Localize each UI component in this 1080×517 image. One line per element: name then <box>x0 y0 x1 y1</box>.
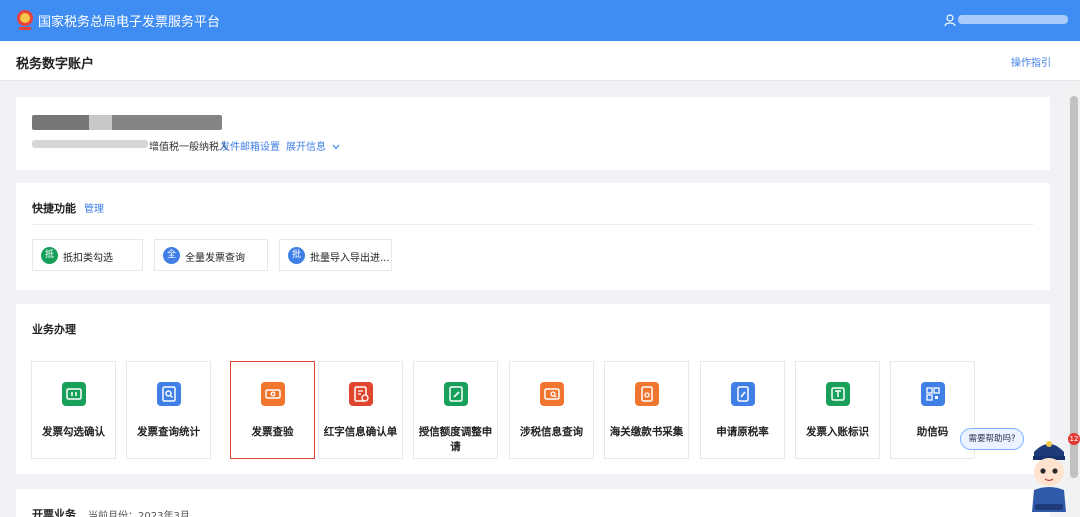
tile-label: 发票查询统计 <box>137 426 200 438</box>
qr-code-icon <box>921 382 945 406</box>
company-name-redacted <box>32 115 222 130</box>
expand-info-label: 展开信息 <box>286 142 326 153</box>
red-letter-doc-icon <box>349 382 373 406</box>
chevron-down-icon <box>332 144 340 150</box>
quick-item-badge: 全 <box>163 247 180 264</box>
tile-label: 授信额度调整申请 <box>418 426 493 453</box>
app-title: 国家税务总局电子发票服务平台 <box>38 15 221 30</box>
tile-label: 发票查验 <box>251 426 294 438</box>
current-month: 当前月份：2023年3月 <box>88 511 190 517</box>
invoicing-card: 开票业务 当前月份：2023年3月 <box>16 489 1050 517</box>
user-name-redacted[interactable] <box>958 15 1068 24</box>
invoice-search-icon <box>157 382 181 406</box>
tile-credit-adjust[interactable]: 授信额度调整申请 <box>413 361 498 459</box>
business-title: 业务办理 <box>32 323 76 336</box>
quick-item-badge: 抵 <box>41 247 58 264</box>
company-info-card: 增值税一般纳税人 发件邮箱设置 展开信息 <box>16 97 1050 170</box>
customs-doc-icon <box>635 382 659 406</box>
tile-label: 发票入账标识 <box>806 426 869 438</box>
quick-item-label: 抵扣类勾选 <box>63 253 113 264</box>
quick-item-label: 批量导入导出进... <box>310 253 390 264</box>
quick-divider <box>32 224 1034 225</box>
quick-item-badge: 批 <box>288 247 305 264</box>
top-bar: 国家税务总局电子发票服务平台 <box>0 0 1080 41</box>
rate-apply-icon <box>731 382 755 406</box>
tax-officer-avatar-icon[interactable] <box>1024 434 1074 514</box>
scrollbar-thumb[interactable] <box>1070 96 1078 478</box>
tile-customs-collection[interactable]: 海关缴款书采集 <box>604 361 689 459</box>
quick-item-batch-import-export[interactable]: 批 批量导入导出进... <box>279 239 392 271</box>
user-icon[interactable] <box>944 14 956 27</box>
business-card: 业务办理 发票勾选确认 发票查询统计 发票查验 红字信息确认单 授信额度调整申请… <box>16 304 1050 474</box>
tile-label: 海关缴款书采集 <box>609 426 684 438</box>
assistant-notification-badge: 12 <box>1068 433 1080 445</box>
guide-link[interactable]: 操作指引 <box>1011 54 1051 69</box>
tax-info-search-icon <box>540 382 564 406</box>
quick-item-label: 全量发票查询 <box>185 253 245 264</box>
invoice-check-icon <box>62 382 86 406</box>
tile-red-letter-confirm[interactable]: 红字信息确认单 <box>318 361 403 459</box>
invoicing-title: 开票业务 <box>32 508 76 517</box>
tile-tax-info-query[interactable]: 涉税信息查询 <box>509 361 594 459</box>
quick-functions-title: 快捷功能 <box>32 202 76 215</box>
mail-settings-link[interactable]: 发件邮箱设置 <box>220 138 280 153</box>
tile-label: 涉税信息查询 <box>520 426 583 438</box>
manage-link[interactable]: 管理 <box>84 200 104 215</box>
help-bubble[interactable]: 需要帮助吗? <box>960 428 1024 450</box>
tile-invoice-ledger-mark[interactable]: 发票入账标识 <box>795 361 880 459</box>
ledger-mark-icon <box>826 382 850 406</box>
expand-info-link[interactable]: 展开信息 <box>286 138 340 153</box>
taxpayer-type: 增值税一般纳税人 <box>149 142 229 153</box>
page-header: 税务数字账户 操作指引 <box>0 41 1080 81</box>
quick-item-deduction-select[interactable]: 抵 抵扣类勾选 <box>32 239 143 271</box>
credit-edit-icon <box>444 382 468 406</box>
tile-label: 发票勾选确认 <box>42 426 105 438</box>
tile-invoice-verify[interactable]: 发票查验 <box>230 361 315 459</box>
quick-functions-card: 快捷功能 管理 抵 抵扣类勾选 全 全量发票查询 批 批量导入导出进... <box>16 183 1050 290</box>
tile-invoice-check-confirm[interactable]: 发票勾选确认 <box>31 361 116 459</box>
tile-label: 申请原税率 <box>716 426 769 438</box>
tile-invoice-query-stats[interactable]: 发票查询统计 <box>126 361 211 459</box>
tax-id-redacted <box>32 140 148 148</box>
tax-emblem-icon <box>17 10 33 30</box>
page-title: 税务数字账户 <box>16 57 95 72</box>
tile-apply-original-rate[interactable]: 申请原税率 <box>700 361 785 459</box>
tile-label: 红字信息确认单 <box>323 426 398 438</box>
ticket-verify-icon <box>261 382 285 406</box>
quick-item-full-invoice-query[interactable]: 全 全量发票查询 <box>154 239 268 271</box>
